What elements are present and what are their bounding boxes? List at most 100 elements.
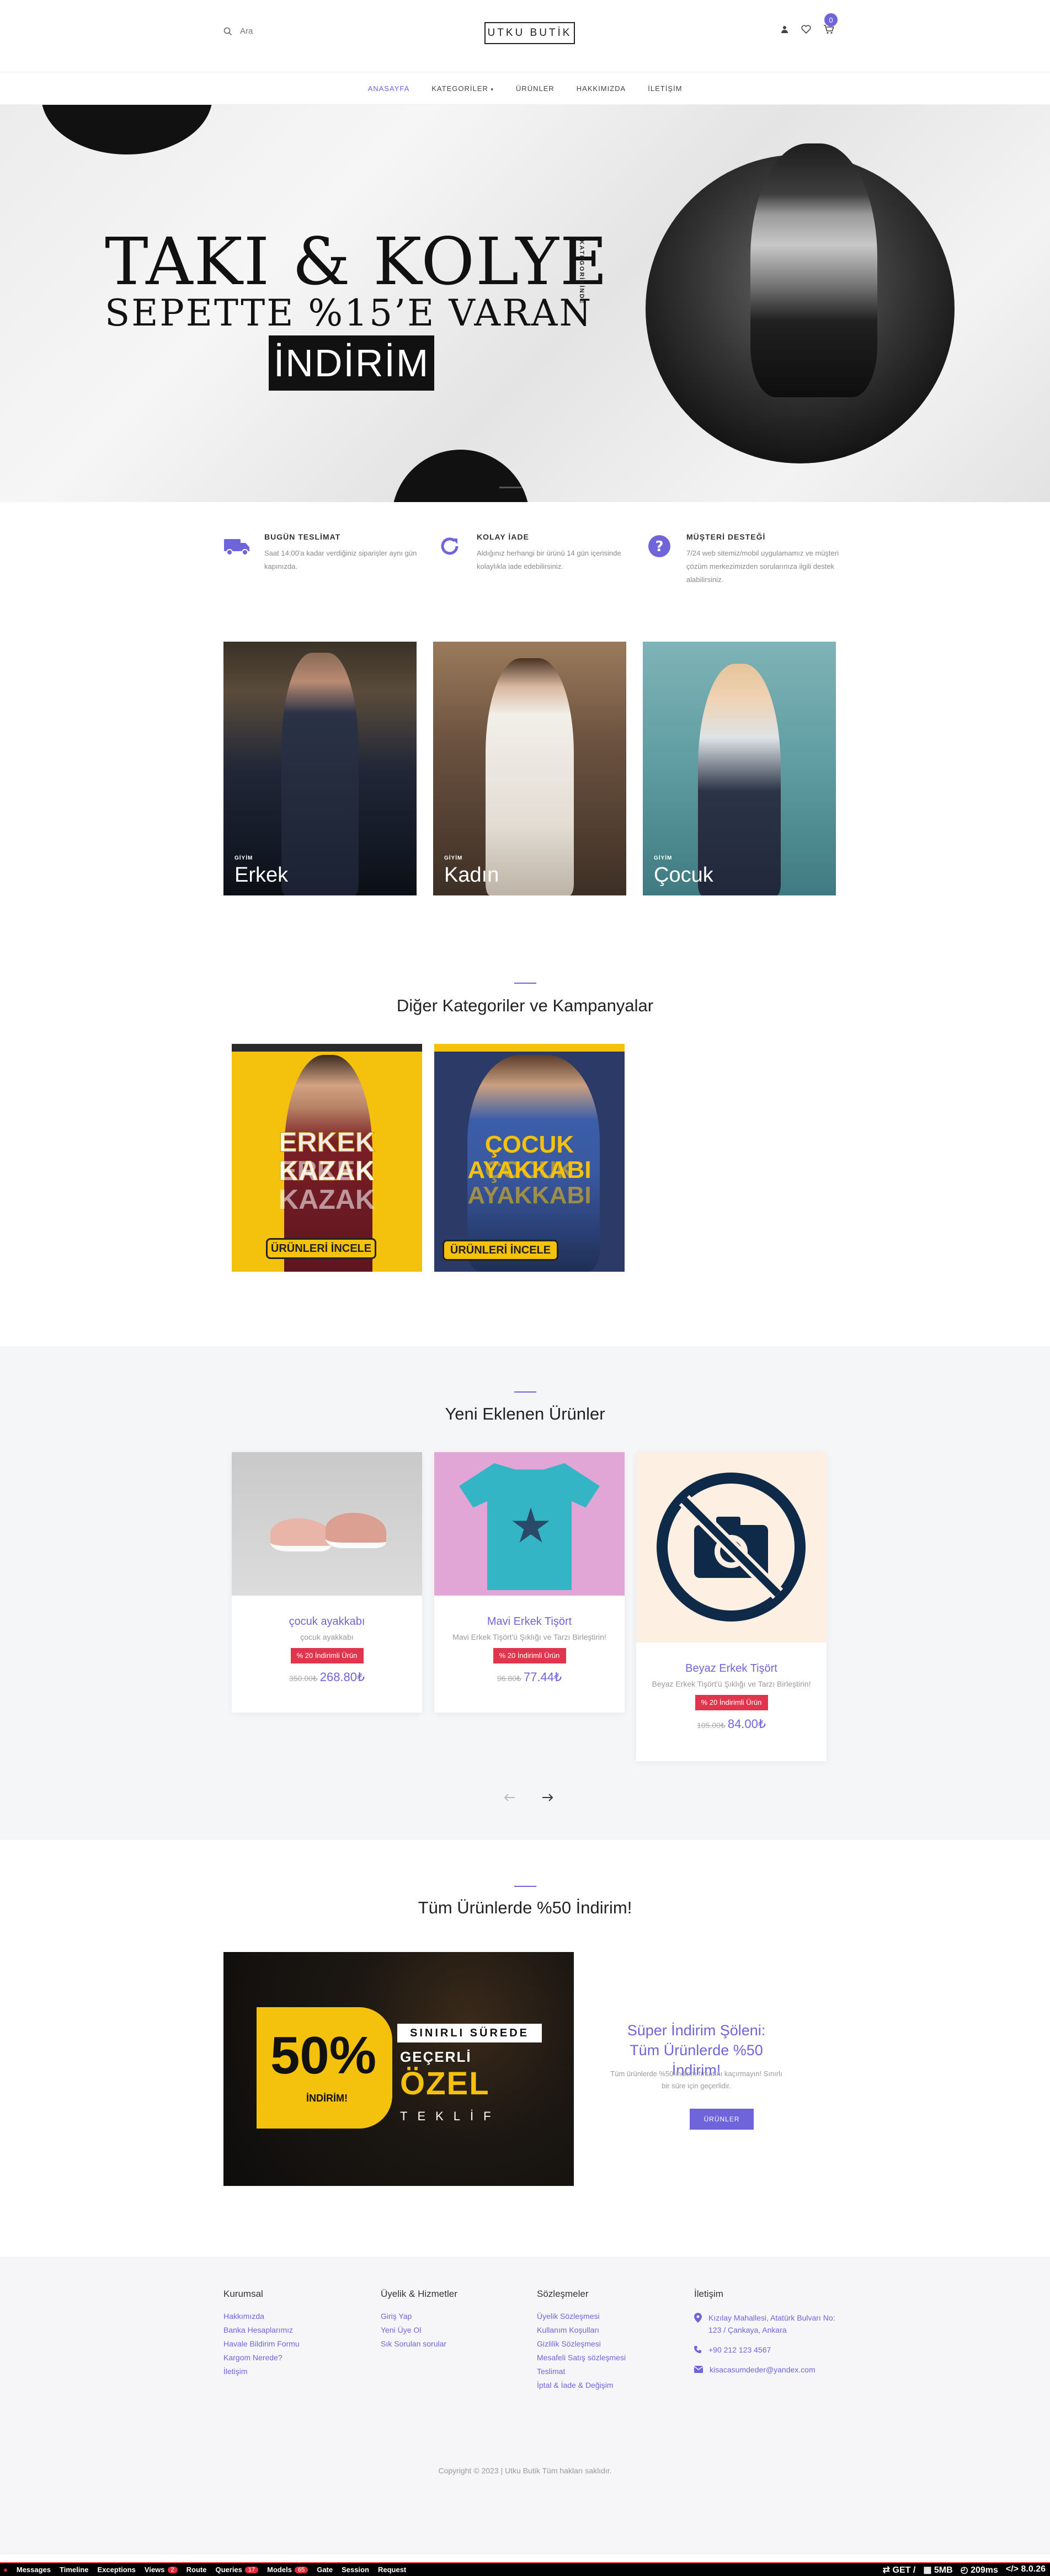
refresh-icon xyxy=(436,532,463,560)
debugbar-tab-timeline[interactable]: Timeline xyxy=(60,2566,89,2574)
question-icon: ? xyxy=(646,532,673,560)
nav-item-contact[interactable]: İLETİŞİM xyxy=(648,84,682,93)
footer-link[interactable]: Gizlilik Sözleşmesi xyxy=(537,2339,626,2348)
footer-link[interactable]: Kargom Nerede? xyxy=(223,2353,300,2362)
product-card[interactable]: Beyaz Erkek Tişört Beyaz Erkek Tişört'ü … xyxy=(636,1452,827,1761)
footer-link[interactable]: Yeni Üye Ol xyxy=(381,2326,457,2334)
feature-text: 7/24 web sitemiz/mobil uygulamamız ve mü… xyxy=(686,549,839,584)
banner-dark-band xyxy=(232,1044,422,1052)
footer-link[interactable]: Banka Hesaplarımız xyxy=(223,2326,300,2334)
search-box[interactable] xyxy=(223,26,350,36)
debugbar-logo-icon[interactable]: ● xyxy=(3,2566,8,2574)
banner-kids-shoes[interactable]: ÇOCUK AYAKKABI ÇOCUK AYAKKABI ÜRÜNLERİ İ… xyxy=(434,1044,625,1272)
hero-slider[interactable]: TAKI & KOLYE KATEGORİSİNDE SEPETTE %15’E… xyxy=(0,105,1050,502)
product-desc: Beyaz Erkek Tişört'ü Şıklığı ve Tarzı Bi… xyxy=(652,1679,811,1688)
product-name[interactable]: Mavi Erkek Tişört xyxy=(434,1615,625,1628)
contact-email[interactable]: kisacasumdeder@yandex.com xyxy=(710,2364,816,2376)
clock-icon: ◴ xyxy=(960,2566,968,2575)
nav-item-categories[interactable]: KATEGORİLER ▾ xyxy=(431,84,494,93)
contact-phone[interactable]: +90 212 123 4567 xyxy=(708,2344,771,2356)
product-price: 350.00₺ 268.80₺ xyxy=(232,1670,422,1684)
debugbar-tab-queries[interactable]: Queries 17 xyxy=(215,2566,259,2574)
arrow-right-icon[interactable] xyxy=(542,1793,554,1802)
banner-button[interactable]: ÜRÜNLERİ İNCELE xyxy=(443,1240,558,1261)
hero-circle-top xyxy=(41,105,212,154)
feature-title: KOLAY İADE xyxy=(477,532,529,541)
footer-link[interactable]: Hakkımızda xyxy=(223,2312,300,2321)
site-footer: Kurumsal Hakkımızda Banka Hesaplarımız H… xyxy=(0,2257,1050,2554)
product-image[interactable] xyxy=(232,1452,422,1596)
footer-link[interactable]: Giriş Yap xyxy=(381,2312,457,2321)
section-title-promo: Tüm Ürünlerde %50 İndirim! xyxy=(418,1898,632,1917)
category-card-women[interactable]: GİYİM Kadın xyxy=(433,642,626,895)
arrow-left-icon[interactable] xyxy=(503,1793,515,1802)
debugbar-memory-text: 5MB xyxy=(934,2566,953,2575)
no-photo-icon xyxy=(657,1473,806,1622)
heart-icon[interactable] xyxy=(801,25,811,34)
nav-item-products[interactable]: ÜRÜNLER xyxy=(516,84,555,93)
category-card-kids[interactable]: GİYİM Çocuk xyxy=(643,642,836,895)
debugbar-tab-request[interactable]: Request xyxy=(378,2566,406,2574)
sneaker-shape xyxy=(326,1513,386,1548)
old-price: 350.00₺ xyxy=(289,1674,318,1683)
old-price: 96.80₺ xyxy=(497,1674,521,1683)
footer-link[interactable]: Üyelik Sözleşmesi xyxy=(537,2312,626,2321)
category-name: Erkek xyxy=(234,863,289,887)
banner-men-sweater[interactable]: ERKEK KAZAK ERKEK KAZAK ÜRÜNLERİ İNCELE xyxy=(232,1044,422,1272)
footer-heading: İletişim xyxy=(694,2289,723,2299)
memory-icon: ▦ xyxy=(923,2566,932,2575)
footer-heading: Üyelik & Hizmetler xyxy=(381,2289,457,2299)
debugbar-tab-label: Models xyxy=(267,2566,292,2574)
user-icon[interactable] xyxy=(780,25,789,34)
old-price: 105.00₺ xyxy=(697,1721,726,1730)
hero-title-line2: SEPETTE %15’E VARAN xyxy=(105,292,593,334)
debugbar-count-badge: 65 xyxy=(294,2566,308,2573)
promo-special: ÖZEL xyxy=(400,2066,490,2102)
product-name[interactable]: Beyaz Erkek Tişört xyxy=(636,1662,827,1675)
footer-col-contact: İletişim Kızılay Mahallesi, Atatürk Bulv… xyxy=(694,2289,838,2376)
category-card-men[interactable]: GİYİM Erkek xyxy=(223,642,417,895)
debugbar-tab-route[interactable]: Route xyxy=(186,2566,207,2574)
banner-button[interactable]: ÜRÜNLERİ İNCELE xyxy=(266,1238,376,1259)
product-card[interactable]: Mavi Erkek Tişört Mavi Erkek Tişört'ü Şı… xyxy=(434,1452,625,1713)
debugbar-tab-views[interactable]: Views 2 xyxy=(145,2566,178,2574)
debugbar-method[interactable]: ⇄ GET / xyxy=(883,2564,916,2575)
footer-link[interactable]: Sık Sorulan sorular xyxy=(381,2339,457,2348)
product-card[interactable]: çocuk ayakkabı çocuk ayakkabı % 20 İndir… xyxy=(232,1452,422,1713)
nav-item-home[interactable]: ANASAYFA xyxy=(368,84,410,93)
feature-delivery: BUGÜN TESLİMAT Saat 14:00'a kadar verdiğ… xyxy=(223,532,428,573)
svg-text:?: ? xyxy=(655,538,663,555)
banner-text-repeat: ERKEK KAZAK xyxy=(278,1155,376,1215)
category-image xyxy=(486,658,574,895)
section-divider xyxy=(514,983,536,984)
footer-link[interactable]: İletişim xyxy=(223,2367,300,2376)
debugbar-tab-messages[interactable]: Messages xyxy=(17,2566,51,2574)
debugbar-method-text: GET / xyxy=(892,2566,916,2575)
search-input[interactable] xyxy=(240,26,350,36)
footer-link[interactable]: İptal & İade & Değişim xyxy=(537,2381,626,2390)
products-button[interactable]: ÜRÜNLER xyxy=(690,2109,754,2130)
nav-item-about[interactable]: HAKKIMIZDA xyxy=(577,84,626,93)
section-title-other: Diğer Kategoriler ve Kampanyalar xyxy=(396,996,654,1015)
category-name: Çocuk xyxy=(654,863,713,887)
feature-text: Aldığınız herhangi bir ürünü 14 gün içer… xyxy=(477,549,621,570)
debugbar-tab-exceptions[interactable]: Exceptions xyxy=(98,2566,136,2574)
footer-link[interactable]: Kullanım Koşulları xyxy=(537,2326,626,2334)
debugbar-tab-gate[interactable]: Gate xyxy=(317,2566,333,2574)
main-nav: ANASAYFA KATEGORİLER ▾ ÜRÜNLER HAKKIMIZD… xyxy=(0,72,1050,105)
logo[interactable]: UTKU BUTİK xyxy=(484,22,575,44)
product-image[interactable] xyxy=(636,1452,827,1642)
product-desc: çocuk ayakkabı xyxy=(300,1633,354,1641)
product-image[interactable] xyxy=(434,1452,625,1596)
debugbar-tab-models[interactable]: Models 65 xyxy=(267,2566,308,2574)
footer-link[interactable]: Mesafeli Satış sözleşmesi xyxy=(537,2353,626,2362)
promo-banner[interactable]: 50% İNDİRİM! SINIRLI SÜREDE GEÇERLİ ÖZEL… xyxy=(223,1952,574,2186)
new-price: 77.44₺ xyxy=(523,1670,562,1684)
debugbar-memory: ▦ 5MB xyxy=(923,2564,952,2575)
search-icon[interactable] xyxy=(223,27,232,36)
product-name[interactable]: çocuk ayakkabı xyxy=(232,1615,422,1628)
slider-indicator[interactable] xyxy=(499,487,521,488)
footer-link[interactable]: Havale Bildirim Formu xyxy=(223,2339,300,2348)
debugbar-tab-session[interactable]: Session xyxy=(342,2566,369,2574)
footer-link[interactable]: Teslimat xyxy=(537,2367,626,2376)
